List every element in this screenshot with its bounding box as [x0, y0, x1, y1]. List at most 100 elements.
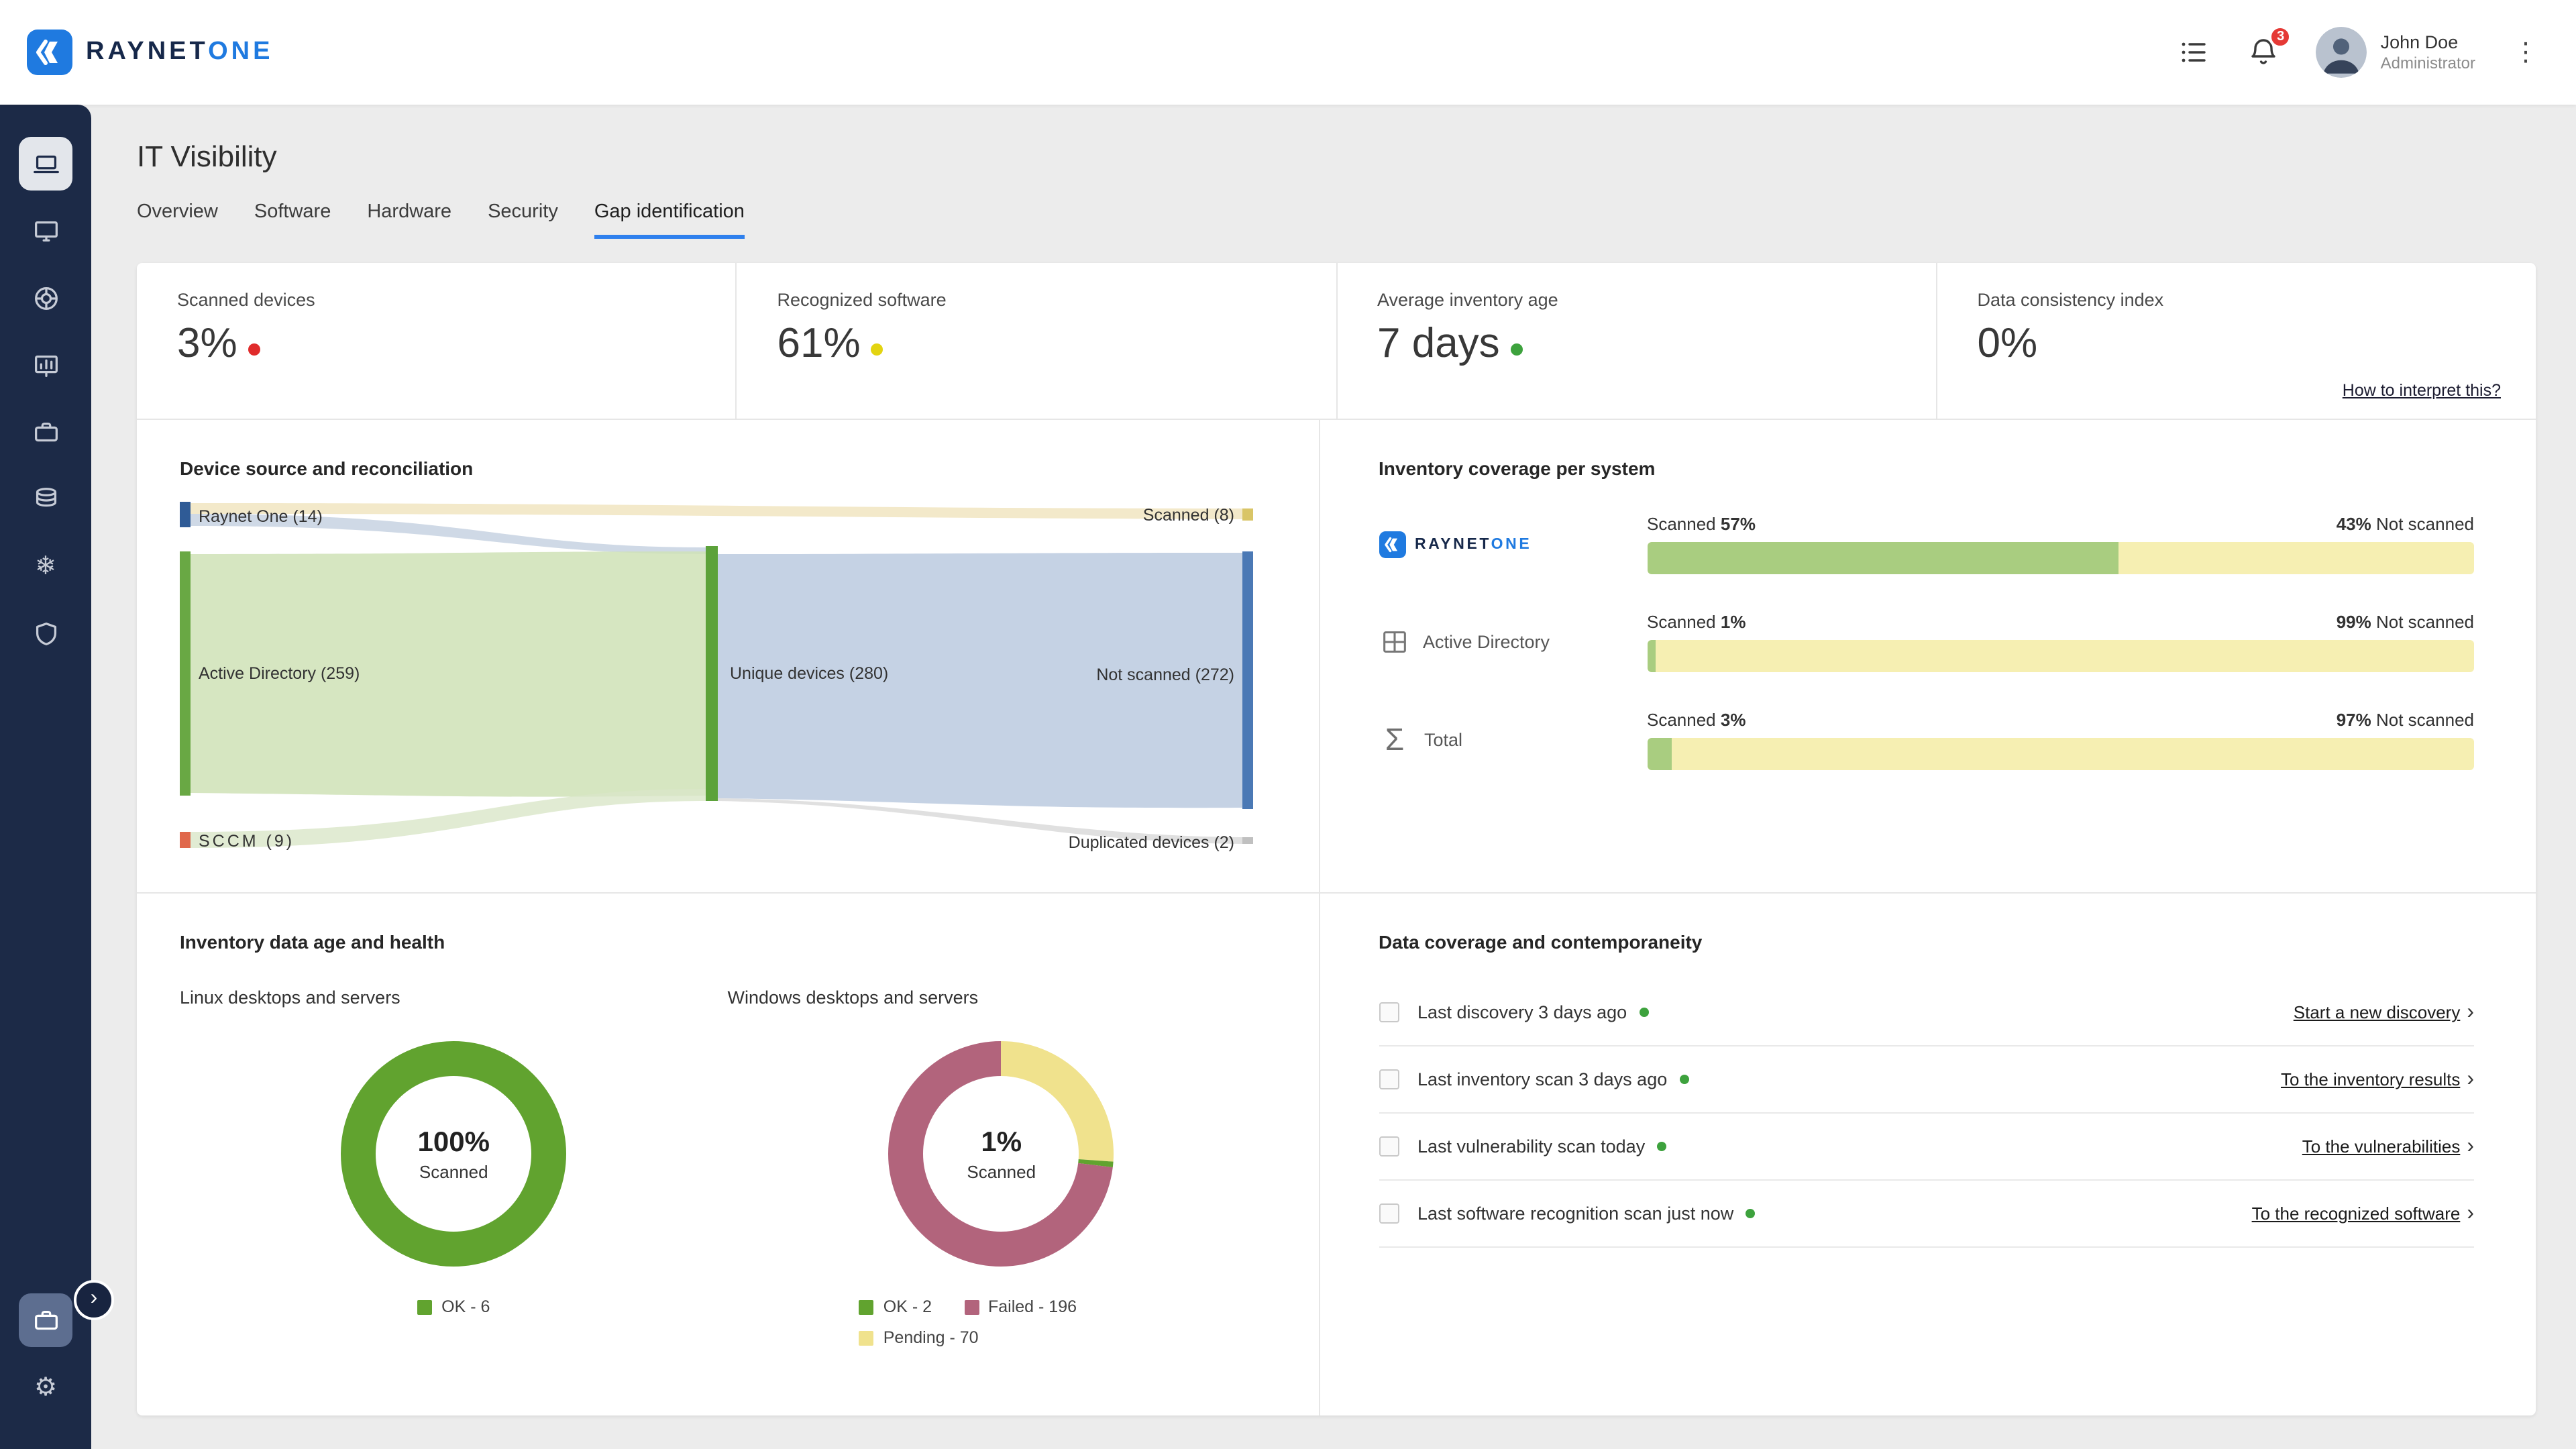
- row-checkbox[interactable]: [1379, 1069, 1399, 1089]
- coverage-bar: [1647, 542, 2474, 574]
- legend-item: OK - 2: [859, 1297, 932, 1316]
- sidebar-item-integrations[interactable]: ❄: [19, 539, 72, 593]
- kpi-row: Scanned devices 3% Recognized software 6…: [137, 263, 2536, 420]
- sankey-label-raynet-one: Raynet One (14): [199, 507, 323, 526]
- legend-label: OK - 2: [883, 1297, 932, 1316]
- how-to-interpret-link[interactable]: How to interpret this?: [2343, 381, 2501, 400]
- middle-row: Device source and reconciliation: [137, 420, 2536, 894]
- sankey-node-scanned: [1242, 508, 1253, 521]
- notification-badge: 3: [2269, 25, 2292, 48]
- coverage-system: Σ Total: [1379, 722, 1647, 758]
- scanned-label: Scanned 57%: [1647, 514, 1756, 534]
- kpi-scanned-devices: Scanned devices 3%: [137, 263, 737, 419]
- health-columns: Linux desktops and servers 100% Scanned: [180, 987, 1275, 1347]
- avatar-image: [2316, 27, 2367, 78]
- row-text: Last discovery 3 days ago: [1417, 1002, 1627, 1022]
- sankey-node-unique-devices: [706, 546, 718, 801]
- sidebar-expand-button[interactable]: ›: [74, 1280, 114, 1320]
- status-dot-red: [248, 343, 260, 355]
- sidebar-item-security[interactable]: [19, 606, 72, 660]
- chevron-right-icon: ›: [2467, 1002, 2474, 1023]
- data-coverage-row-software-recognition: Last software recognition scan just now …: [1379, 1181, 2474, 1248]
- row-checkbox[interactable]: [1379, 1136, 1399, 1157]
- sidebar-item-it-visibility[interactable]: [19, 137, 72, 191]
- kpi-data-consistency-index: Data consistency index 0% How to interpr…: [1937, 263, 2536, 419]
- row-action[interactable]: To the inventory results ›: [2281, 1069, 2474, 1090]
- donut-windows: 1% Scanned: [888, 1040, 1116, 1268]
- app-logo[interactable]: RAYNETONE: [27, 30, 273, 75]
- device-source-panel: Device source and reconciliation: [137, 420, 1320, 892]
- row-checkbox[interactable]: [1379, 1203, 1399, 1224]
- data-coverage-panel: Data coverage and contemporaneity Last d…: [1320, 894, 2536, 1415]
- kpi-label: Data consistency index: [1978, 290, 2502, 310]
- start-new-discovery-link[interactable]: Start a new discovery: [2294, 1002, 2461, 1022]
- sankey-node-sccm: [180, 832, 191, 848]
- sidebar-item-data[interactable]: [19, 472, 72, 526]
- legend-item: OK - 6: [417, 1297, 490, 1316]
- coverage-labels: Scanned 3% 97% Not scanned: [1647, 710, 2474, 730]
- coverage-row-active-directory: Active Directory Scanned 1% 99% Not scan…: [1379, 612, 2474, 672]
- sankey-node-active-directory: [180, 551, 191, 796]
- tab-hardware[interactable]: Hardware: [367, 201, 451, 239]
- sankey-label-scanned: Scanned (8): [1143, 506, 1234, 525]
- kpi-value: 3%: [177, 319, 237, 368]
- not-scanned-label: 43% Not scanned: [2337, 514, 2474, 534]
- sigma-icon: Σ: [1379, 722, 1411, 758]
- database-icon: [30, 484, 61, 515]
- list-icon: [2178, 36, 2210, 68]
- task-list-button[interactable]: [2177, 35, 2212, 70]
- chart-board-icon: [30, 350, 61, 380]
- chart-subtitle: Linux desktops and servers: [180, 987, 728, 1008]
- row-action[interactable]: To the vulnerabilities ›: [2302, 1136, 2474, 1157]
- coverage-bar-fill: [1647, 640, 1655, 672]
- inventory-coverage-panel: Inventory coverage per system: [1320, 420, 2536, 892]
- sidebar-item-services[interactable]: [19, 405, 72, 459]
- sidebar-item-workspace[interactable]: [19, 1293, 72, 1347]
- top-bar: RAYNETONE 3: [0, 0, 2576, 105]
- snowflake-icon: ❄: [35, 553, 56, 579]
- status-dot-green: [1657, 1142, 1666, 1151]
- sidebar-item-analytics[interactable]: [19, 338, 72, 392]
- panel-title: Data coverage and contemporaneity: [1379, 931, 2474, 953]
- flow-raynet-to-scanned: [191, 503, 1242, 519]
- row-action[interactable]: To the recognized software ›: [2252, 1203, 2474, 1224]
- legend-item: Pending - 70: [859, 1328, 979, 1347]
- donut-value: 1%: [981, 1126, 1022, 1159]
- logo-wordmark: RAYNETONE: [1415, 536, 1532, 552]
- row-text: Last inventory scan 3 days ago: [1417, 1069, 1667, 1089]
- sankey-label-duplicated: Duplicated devices (2): [1069, 833, 1234, 852]
- recognized-software-link[interactable]: To the recognized software: [2252, 1203, 2461, 1224]
- sankey-node-raynet-one: [180, 502, 191, 527]
- legend-label: OK - 6: [441, 1297, 490, 1316]
- panel-title: Inventory coverage per system: [1379, 458, 2474, 479]
- sidebar-item-settings[interactable]: ⚙: [19, 1360, 72, 1414]
- tab-security[interactable]: Security: [488, 201, 558, 239]
- notifications-button[interactable]: 3: [2247, 35, 2282, 70]
- row-action[interactable]: Start a new discovery ›: [2294, 1002, 2474, 1023]
- health-linux: Linux desktops and servers 100% Scanned: [180, 987, 728, 1347]
- legend-label: Pending - 70: [883, 1328, 979, 1347]
- legend: OK - 2 Failed - 196 Pending - 70: [859, 1297, 1144, 1347]
- user-menu[interactable]: John Doe Administrator: [2316, 27, 2475, 78]
- inventory-results-link[interactable]: To the inventory results: [2281, 1069, 2460, 1089]
- row-checkbox[interactable]: [1379, 1002, 1399, 1022]
- kpi-label: Scanned devices: [177, 290, 701, 310]
- lifebuoy-icon: [30, 282, 61, 313]
- legend-swatch: [417, 1299, 432, 1314]
- sidebar-item-devices[interactable]: [19, 204, 72, 258]
- tab-overview[interactable]: Overview: [137, 201, 218, 239]
- more-options-button[interactable]: ⋮: [2510, 40, 2541, 65]
- user-role: Administrator: [2381, 54, 2475, 74]
- sankey-node-duplicated: [1242, 837, 1253, 844]
- legend-label: Failed - 196: [988, 1297, 1077, 1316]
- tab-gap-identification[interactable]: Gap identification: [594, 201, 745, 239]
- vulnerabilities-link[interactable]: To the vulnerabilities: [2302, 1136, 2461, 1157]
- dashboard-card: Scanned devices 3% Recognized software 6…: [137, 263, 2536, 1415]
- kpi-average-inventory-age: Average inventory age 7 days: [1337, 263, 1937, 419]
- sidebar-item-discovery[interactable]: [19, 271, 72, 325]
- sidebar-nav: ❄ ⚙: [0, 105, 91, 1449]
- tab-software[interactable]: Software: [254, 201, 331, 239]
- donut-label: Scanned: [967, 1161, 1036, 1181]
- coverage-row-total: Σ Total Scanned 3% 97% Not scanned: [1379, 710, 2474, 770]
- briefcase-icon: [30, 1305, 61, 1336]
